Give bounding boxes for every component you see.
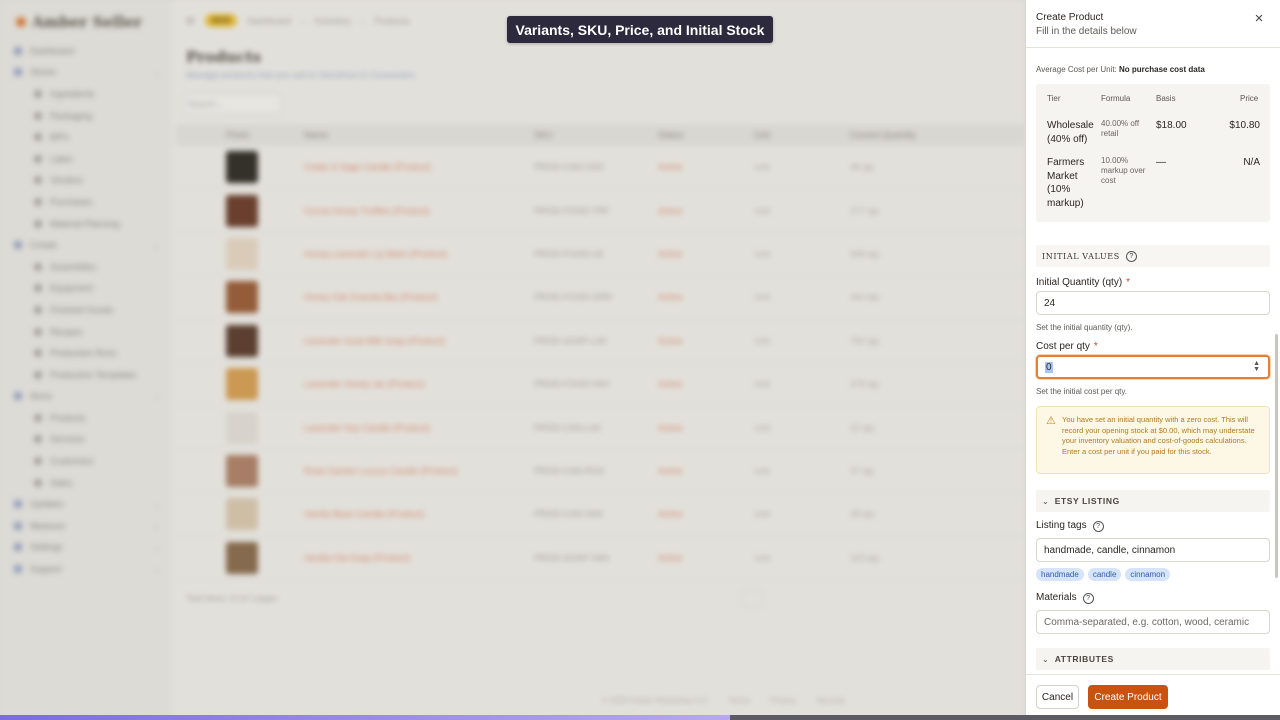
divider	[1026, 674, 1280, 675]
materials-input[interactable]: Comma-separated, e.g. cotton, wood, cera…	[1036, 610, 1270, 634]
video-progress-bar[interactable]	[0, 715, 1280, 720]
zero-cost-warning: ⚠ You have set an initial quantity with …	[1036, 406, 1270, 474]
create-product-panel: Create Product Fill in the details below…	[1025, 0, 1280, 715]
initial-quantity-label: Initial Quantity (qty) *	[1036, 277, 1131, 288]
listing-tags-input[interactable]: handmade, candle, cinnamon	[1036, 538, 1270, 562]
column-header-basis: Basis	[1156, 94, 1176, 103]
pricing-tiers-table: Tier Formula Basis Price Wholesale (40% …	[1036, 84, 1270, 222]
chevron-down-icon: ⌄	[1042, 654, 1049, 664]
close-icon[interactable]: ×	[1252, 10, 1266, 28]
create-product-button[interactable]: Create Product	[1088, 685, 1168, 709]
tier-basis: $18.00	[1156, 120, 1187, 131]
help-circle-icon[interactable]: ?	[1125, 250, 1137, 262]
tag-chip[interactable]: cinnamon	[1125, 568, 1171, 581]
video-progress-fill	[0, 715, 730, 720]
section-heading: INITIAL VALUES	[1042, 251, 1120, 261]
chevron-down-icon: ⌄	[1042, 496, 1049, 506]
tier-price: N/A	[1243, 157, 1260, 168]
modal-overlay[interactable]	[0, 0, 1025, 720]
cancel-button[interactable]: Cancel	[1036, 685, 1079, 709]
tier-name: Farmers Market (10% markup)	[1047, 157, 1085, 209]
cost-per-qty-label: Cost per qty *	[1036, 341, 1098, 352]
average-cost-label: Average Cost per Unit:	[1036, 65, 1117, 74]
listing-tags-label: Listing tags?	[1036, 520, 1104, 532]
initial-values-section: INITIAL VALUES ?	[1036, 245, 1270, 267]
average-cost-line: Average Cost per Unit: No purchase cost …	[1036, 65, 1205, 74]
help-circle-icon[interactable]: ?	[1082, 593, 1094, 604]
cost-value-selected: 0	[1045, 361, 1053, 373]
tag-chip[interactable]: candle	[1087, 568, 1122, 581]
materials-label: Materials?	[1036, 592, 1094, 604]
initial-quantity-input[interactable]: 24	[1036, 291, 1270, 315]
tag-chip[interactable]: handmade	[1036, 568, 1084, 581]
column-header-price: Price	[1240, 94, 1259, 103]
average-cost-value: No purchase cost data	[1119, 65, 1205, 74]
column-header-tier: Tier	[1047, 94, 1061, 103]
initial-quantity-help: Set the initial quantity (qty).	[1036, 323, 1133, 332]
cost-per-qty-input[interactable]: 0 ▲ ▼	[1036, 355, 1270, 379]
tier-price: $10.80	[1229, 120, 1260, 131]
tier-formula: 40.00% off retail	[1101, 119, 1140, 138]
video-caption: Variants, SKU, Price, and Initial Stock	[507, 16, 773, 43]
attributes-section-toggle[interactable]: ⌄ ATTRIBUTES	[1036, 648, 1270, 670]
panel-header: Create Product Fill in the details below	[1036, 12, 1137, 37]
section-heading: ATTRIBUTES	[1054, 654, 1114, 664]
warning-text: You have set an initial quantity with a …	[1062, 415, 1255, 456]
panel-title: Create Product	[1036, 12, 1104, 23]
panel-subtitle: Fill in the details below	[1036, 26, 1137, 37]
tag-list: handmade candle cinnamon	[1036, 568, 1171, 581]
tier-name: Wholesale (40% off)	[1047, 120, 1094, 145]
section-heading: ETSY LISTING	[1054, 496, 1120, 506]
help-circle-icon[interactable]: ?	[1092, 521, 1104, 532]
scrollbar[interactable]	[1275, 334, 1278, 578]
column-header-formula: Formula	[1101, 94, 1131, 103]
spinner-arrows-icon[interactable]: ▲ ▼	[1253, 360, 1260, 373]
warning-triangle-icon: ⚠	[1046, 415, 1056, 427]
cost-per-qty-help: Set the initial cost per qty.	[1036, 387, 1128, 396]
tier-basis: —	[1156, 157, 1166, 168]
divider	[1026, 47, 1280, 48]
etsy-listing-section-toggle[interactable]: ⌄ ETSY LISTING	[1036, 490, 1270, 512]
tier-formula: 10.00% markup over cost	[1101, 156, 1146, 185]
